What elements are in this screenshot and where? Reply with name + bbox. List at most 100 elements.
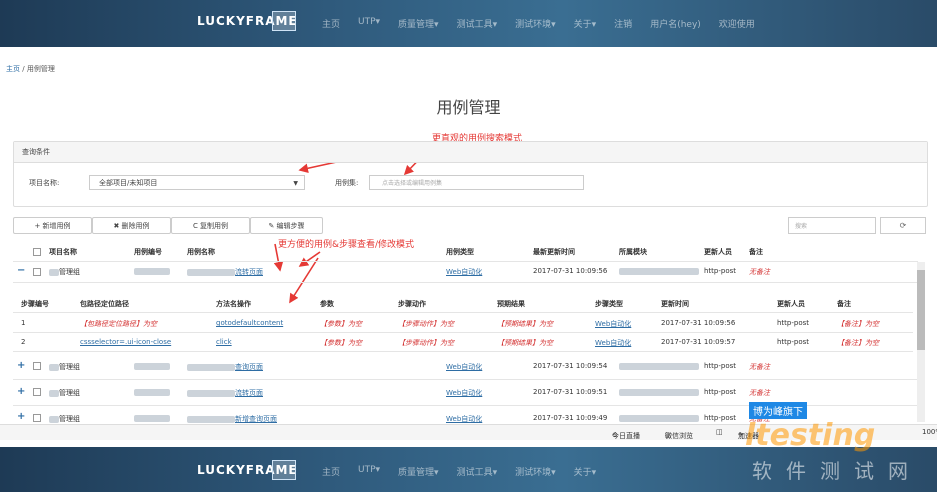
row-case-no [134, 388, 170, 396]
refresh-button[interactable]: ⟳ [880, 217, 926, 234]
step-type[interactable]: Web自动化 [595, 319, 631, 329]
project-select-value: 全部项目/未知项目 [99, 179, 158, 187]
col-update-time[interactable]: 最新更新时间 [533, 247, 575, 257]
nav-about[interactable]: 关于▾ [574, 465, 597, 478]
row-checkbox[interactable] [33, 362, 41, 370]
step-expected[interactable]: 【预期结果】为空 [497, 319, 553, 329]
caseset-input[interactable]: 点击选择或编辑用例集 [369, 175, 584, 190]
row-project: 管理组 [49, 388, 80, 398]
row-case-name[interactable]: 流转页面 [187, 267, 263, 277]
step-method[interactable]: gotodefaultcontent [216, 319, 283, 327]
nav-quality[interactable]: 质量管理▾ [398, 465, 439, 478]
add-case-button[interactable]: + 新增用例 [13, 217, 92, 234]
step-row[interactable]: 1 【包路径定位路径】为空 gotodefaultcontent 【参数】为空 … [13, 314, 913, 333]
step-action[interactable]: 【步骤动作】为空 [398, 319, 454, 329]
step-expected[interactable]: 【预期结果】为空 [497, 338, 553, 348]
nav-env[interactable]: 测试环境▾ [515, 465, 556, 478]
row-checkbox[interactable] [33, 388, 41, 396]
caseset-label: 用例集: [335, 179, 359, 187]
step-param[interactable]: 【参数】为空 [320, 319, 362, 329]
zoom-level[interactable]: 100% [922, 428, 937, 436]
row-checkbox[interactable] [33, 414, 41, 422]
row-case-type[interactable]: Web自动化 [446, 388, 482, 398]
delete-case-button[interactable]: ✖ 删除用例 [92, 217, 171, 234]
row-case-name[interactable]: 查询页面 [187, 362, 263, 372]
query-panel-header: 查询条件 [14, 142, 927, 163]
nav-utp[interactable]: UTP▾ [358, 465, 380, 478]
col-case-name[interactable]: 用例名称 [187, 247, 215, 257]
col-case-type[interactable]: 用例类型 [446, 247, 474, 257]
row-note: 无备注 [749, 363, 770, 371]
expand-icon[interactable]: + [17, 360, 25, 371]
step-note[interactable]: 【备注】为空 [837, 319, 879, 329]
search-input[interactable]: 搜索 [788, 217, 876, 234]
screenshot-icon[interactable]: ◫ [716, 428, 723, 436]
row-checkbox[interactable] [33, 268, 41, 276]
step-action[interactable]: 【步骤动作】为空 [398, 338, 454, 348]
step-col-method: 方法名操作 [216, 300, 251, 308]
row-module [619, 414, 699, 422]
row-case-type[interactable]: Web自动化 [446, 414, 482, 424]
collapse-icon[interactable]: − [17, 265, 25, 276]
table-scrollbar-thumb[interactable] [917, 270, 925, 350]
table-row[interactable]: − 管理组 流转页面 Web自动化 2017-07-31 10:09:56 ht… [13, 262, 918, 283]
row-module [619, 362, 699, 370]
steps-table-header: 步骤编号 包路径定位路径 方法名操作 参数 步骤动作 预期结果 步骤类型 更新时… [13, 296, 913, 313]
row-case-type[interactable]: Web自动化 [446, 362, 482, 372]
step-path[interactable]: 【包路径定位路径】为空 [80, 319, 157, 329]
table-row[interactable]: + 管理组 查询页面 Web自动化 2017-07-31 10:09:54 ht… [13, 354, 918, 380]
step-no: 1 [21, 319, 26, 327]
nav-home[interactable]: 主页 [322, 465, 340, 478]
step-col-no: 步骤编号 [21, 300, 49, 308]
col-project[interactable]: 项目名称 [49, 247, 77, 257]
step-col-note: 备注 [837, 300, 851, 308]
row-project: 管理组 [49, 362, 80, 372]
logo-icon [272, 460, 296, 480]
step-param[interactable]: 【参数】为空 [320, 338, 362, 348]
row-time: 2017-07-31 10:09:54 [533, 362, 608, 370]
row-case-no [134, 414, 170, 422]
row-case-no [134, 362, 170, 370]
col-updater[interactable]: 更新人员 [704, 247, 732, 257]
main-nav-bottom: 主页 UTP▾ 质量管理▾ 测试工具▾ 测试环境▾ 关于▾ [322, 465, 596, 478]
row-project: 管理组 [49, 267, 80, 277]
watermark-badge: 博为峰旗下 [749, 402, 807, 419]
col-case-no[interactable]: 用例编号 [134, 247, 162, 257]
row-updater: http-post [704, 362, 737, 370]
step-col-time: 更新时间 [661, 300, 689, 308]
step-path[interactable]: cssselector=.ui-icon-close [80, 338, 171, 346]
chevron-down-icon: ▼ [293, 180, 298, 187]
nav-tools[interactable]: 测试工具▾ [457, 465, 498, 478]
expand-icon[interactable]: + [17, 386, 25, 397]
step-note[interactable]: 【备注】为空 [837, 338, 879, 348]
row-case-no [134, 267, 170, 275]
expand-icon[interactable]: + [17, 411, 25, 422]
edit-steps-button[interactable]: ✎ 编辑步骤 [250, 217, 323, 234]
copy-case-button[interactable]: C 复制用例 [171, 217, 250, 234]
step-col-action: 步骤动作 [398, 300, 426, 308]
row-case-type[interactable]: Web自动化 [446, 267, 482, 277]
row-updater: http-post [704, 414, 737, 422]
row-case-name[interactable]: 流转页面 [187, 388, 263, 398]
col-note[interactable]: 备注 [749, 247, 763, 257]
row-note: 无备注 [749, 268, 770, 276]
query-panel: 查询条件 项目名称: 全部项目/未知项目 ▼ 用例集: 点击选择或编辑用例集 [13, 141, 928, 207]
project-select[interactable]: 全部项目/未知项目 ▼ [89, 175, 305, 190]
row-project: 管理组 [49, 414, 80, 424]
row-case-name[interactable]: 新增查询页面 [187, 414, 277, 424]
step-no: 2 [21, 338, 26, 346]
step-col-updater: 更新人员 [777, 300, 805, 308]
row-note: 无备注 [749, 389, 770, 397]
row-updater: http-post [704, 388, 737, 396]
col-module[interactable]: 所属模块 [619, 247, 647, 257]
table-header: 项目名称 用例编号 用例名称 用例类型 最新更新时间 所属模块 更新人员 备注 [13, 243, 918, 262]
step-method[interactable]: click [216, 338, 232, 346]
step-col-path: 包路径定位路径 [80, 300, 129, 308]
step-row[interactable]: 2 cssselector=.ui-icon-close click 【参数】为… [13, 333, 913, 352]
row-module [619, 267, 699, 275]
step-col-param: 参数 [320, 300, 334, 308]
step-type[interactable]: Web自动化 [595, 338, 631, 348]
step-updater: http-post [777, 319, 810, 327]
row-time: 2017-07-31 10:09:56 [533, 267, 608, 275]
select-all-checkbox[interactable] [33, 248, 41, 256]
